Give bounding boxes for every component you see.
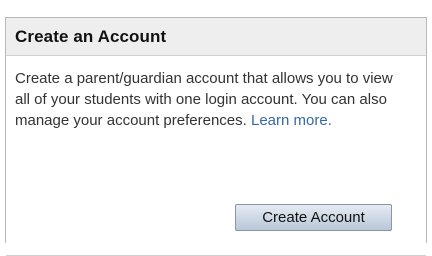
panel-title: Create an Account xyxy=(15,26,167,46)
panel-description: Create a parent/guardian account that al… xyxy=(15,68,395,131)
create-account-panel: Create an Account Create a parent/guardi… xyxy=(5,17,427,256)
panel-body: Create a parent/guardian account that al… xyxy=(6,56,426,256)
create-account-button[interactable]: Create Account xyxy=(235,204,392,231)
description-text: Create a parent/guardian account that al… xyxy=(15,70,393,129)
panel-header: Create an Account xyxy=(6,18,426,56)
learn-more-link[interactable]: Learn more. xyxy=(251,112,332,129)
